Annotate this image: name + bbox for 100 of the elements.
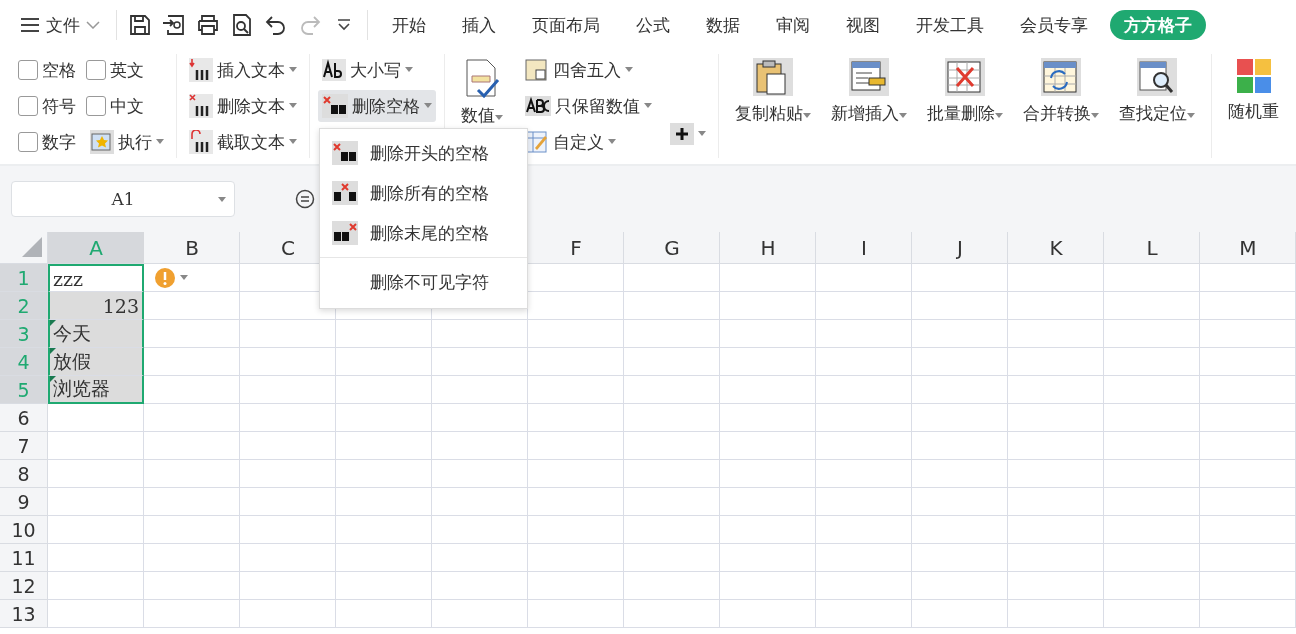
formula-icon xyxy=(295,189,315,209)
ribbon-tab[interactable]: 数据 xyxy=(692,10,754,40)
ribbon-tab[interactable]: 会员专享 xyxy=(1006,10,1102,40)
column-header[interactable]: B xyxy=(144,232,240,263)
column-header[interactable]: I xyxy=(816,232,912,263)
row-header[interactable]: 9 xyxy=(0,488,48,516)
table-search-icon xyxy=(1137,58,1177,96)
delete-text-icon xyxy=(189,94,213,118)
caret-icon xyxy=(995,113,1003,119)
table-cell: 今天 xyxy=(48,320,144,348)
column-header[interactable]: M xyxy=(1200,232,1296,263)
text-tool-button[interactable]: 删除文本 xyxy=(185,90,301,122)
tool-button[interactable]: 合并转换 xyxy=(1015,54,1107,154)
chevron-down-icon xyxy=(337,19,351,31)
export-icon xyxy=(162,13,186,37)
menu-icon xyxy=(20,17,40,33)
table-swap-icon xyxy=(1041,58,1081,96)
column-header[interactable]: L xyxy=(1104,232,1200,263)
column-header[interactable]: J xyxy=(912,232,1008,263)
redo-icon xyxy=(298,13,322,37)
tool-button[interactable]: 批量删除 xyxy=(919,54,1011,154)
caret-icon xyxy=(289,103,297,109)
caret-icon xyxy=(218,197,226,203)
column-header[interactable]: K xyxy=(1008,232,1104,263)
table-icon xyxy=(525,58,549,82)
column-header[interactable]: H xyxy=(720,232,816,263)
table-pencil-icon xyxy=(525,130,549,154)
tool-button[interactable]: 新增插入 xyxy=(823,54,915,154)
row-header[interactable]: 11 xyxy=(0,544,48,572)
caret-icon xyxy=(156,139,164,145)
table-delete-icon xyxy=(945,58,985,96)
print-icon xyxy=(196,13,220,37)
caret-icon xyxy=(405,67,413,73)
ribbon-tab[interactable]: 公式 xyxy=(622,10,684,40)
checkbox[interactable]: 符号 xyxy=(18,94,76,118)
number-tool-button[interactable]: 四舍五入 xyxy=(521,54,656,86)
caret-icon xyxy=(608,139,616,145)
caret-icon xyxy=(424,103,432,109)
insert-text-icon xyxy=(189,58,213,82)
caret-icon xyxy=(644,103,652,109)
chevron-down-icon xyxy=(86,21,100,29)
preview-icon xyxy=(230,13,254,37)
caret-icon xyxy=(495,115,503,121)
table-cell: zzz xyxy=(48,264,144,292)
ribbon-tab[interactable]: 开发工具 xyxy=(902,10,998,40)
checkbox[interactable]: 数字 xyxy=(18,130,76,154)
table-cell: 123 xyxy=(48,292,144,320)
caret-icon xyxy=(698,131,706,137)
remove-spaces-button[interactable]: 删除空格 xyxy=(318,90,436,122)
file-menu-button[interactable]: 文件 xyxy=(12,7,110,43)
tool-button[interactable]: 查找定位 xyxy=(1111,54,1203,154)
caret-icon xyxy=(289,139,297,145)
tool-button[interactable]: 复制粘贴 xyxy=(727,54,819,154)
text-tool-button[interactable]: 截取文本 xyxy=(185,126,301,158)
menu-item[interactable]: 删除所有的空格 xyxy=(320,173,527,213)
random-repeat-button[interactable]: 随机重 xyxy=(1220,54,1287,154)
column-header[interactable]: G xyxy=(624,232,720,263)
insert-row-icon xyxy=(849,58,889,96)
ribbon-tab[interactable]: 开始 xyxy=(378,10,440,40)
column-header[interactable]: F xyxy=(528,232,624,263)
caret-icon xyxy=(1091,113,1099,119)
ab-icon xyxy=(322,59,346,81)
row-header[interactable]: 13 xyxy=(0,600,48,628)
cut-text-icon xyxy=(189,130,213,154)
checkbox[interactable]: 空格 xyxy=(18,58,76,82)
color-grid-icon xyxy=(1235,58,1272,94)
abc-icon xyxy=(525,96,551,116)
caret-icon xyxy=(899,113,907,119)
row-header[interactable]: 12 xyxy=(0,572,48,600)
ribbon-tab[interactable]: 插入 xyxy=(448,10,510,40)
name-box[interactable]: A1 xyxy=(11,181,235,217)
caret-icon xyxy=(625,67,633,73)
ribbon-tab[interactable]: 审阅 xyxy=(762,10,824,40)
caret-icon xyxy=(289,67,297,73)
ribbon-tab[interactable]: 视图 xyxy=(832,10,894,40)
text-tool-button[interactable]: 插入文本 xyxy=(185,54,301,86)
menu-item[interactable]: 删除开头的空格 xyxy=(320,133,527,173)
save-icon xyxy=(128,13,152,37)
row-header[interactable]: 6 xyxy=(0,404,48,432)
star-folder-icon xyxy=(90,130,114,154)
undo-icon xyxy=(264,13,288,37)
menu-item[interactable]: 删除不可见字符 xyxy=(320,262,527,302)
caret-icon xyxy=(1187,113,1195,119)
row-header[interactable]: 8 xyxy=(0,460,48,488)
checkbox[interactable]: 英文 xyxy=(86,58,144,82)
row-header[interactable]: 7 xyxy=(0,432,48,460)
case-button[interactable]: 大小写 xyxy=(318,54,436,86)
remove-leading-space-icon xyxy=(332,141,358,165)
remove-trailing-space-icon xyxy=(332,221,358,245)
document-check-icon xyxy=(464,58,500,98)
row-header[interactable]: 10 xyxy=(0,516,48,544)
ribbon-tab[interactable]: 页面布局 xyxy=(518,10,614,40)
table-cell: 浏览器 xyxy=(48,376,144,404)
caret-icon xyxy=(180,274,188,281)
execute-button[interactable]: 执行 xyxy=(86,126,168,158)
checkbox[interactable]: 中文 xyxy=(86,94,144,118)
number-tool-button[interactable]: 只保留数值 xyxy=(521,90,656,122)
table-cell: 放假 xyxy=(48,348,144,376)
warning-icon xyxy=(154,266,176,289)
menu-item[interactable]: 删除末尾的空格 xyxy=(320,213,527,253)
